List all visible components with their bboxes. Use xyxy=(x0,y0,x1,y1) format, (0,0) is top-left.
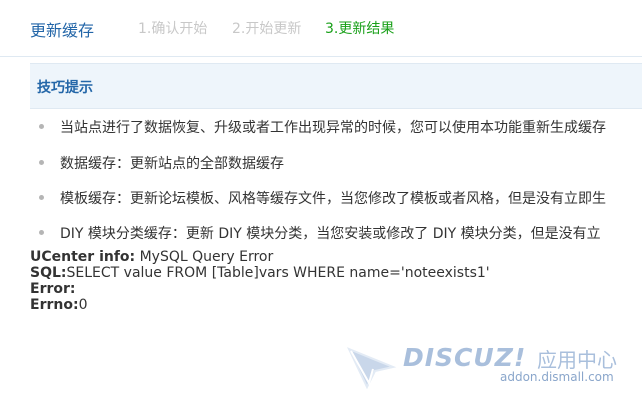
tip-item: 当站点进行了数据恢复、升级或者工作出现异常的时候，您可以使用本功能重新生成缓存 xyxy=(39,117,606,137)
error-error-label: Error: xyxy=(30,281,76,297)
bullet-icon xyxy=(39,160,44,165)
tip-item: DIY 模块分类缓存：更新 DIY 模块分类，当您安装或修改了 DIY 模块分类… xyxy=(39,223,601,243)
cursor-arrow-icon xyxy=(346,347,397,389)
error-errno-value: 0 xyxy=(78,297,88,313)
step-confirm-start: 1.确认开始 xyxy=(138,21,208,37)
watermark-url: addon.dismall.com xyxy=(500,370,614,384)
error-errno-label: Errno: xyxy=(30,297,79,313)
tips-header: 技巧提示 xyxy=(30,63,642,109)
watermark: DISCUZ! 应用中心 addon.dismall.com xyxy=(345,343,635,393)
step-start-update: 2.开始更新 xyxy=(232,21,302,37)
tips-heading: 技巧提示 xyxy=(37,80,93,96)
bullet-icon xyxy=(39,124,44,129)
watermark-brand-cn: 应用中心 xyxy=(537,348,617,372)
tip-item: 模板缓存：更新论坛模板、风格等缓存文件，当您修改了模板或者风格，但是没有立即生 xyxy=(39,188,606,208)
error-sql-label: SQL: xyxy=(30,265,67,281)
step-update-result: 3.更新结果 xyxy=(325,21,395,37)
error-errno-line: Errno:0 xyxy=(30,297,490,313)
error-sql-line: SQL:SELECT value FROM [Table]vars WHERE … xyxy=(30,265,490,281)
bullet-icon xyxy=(39,195,44,200)
error-info-value: MySQL Query Error xyxy=(135,249,274,265)
tip-text: 当站点进行了数据恢复、升级或者工作出现异常的时候，您可以使用本功能重新生成缓存 xyxy=(60,120,606,136)
page-title: 更新缓存 xyxy=(30,21,95,40)
page-header: 更新缓存 1.确认开始 2.开始更新 3.更新结果 xyxy=(0,0,642,57)
tip-text: 模板缓存：更新论坛模板、风格等缓存文件，当您修改了模板或者风格，但是没有立即生 xyxy=(60,191,606,207)
bullet-icon xyxy=(39,230,44,235)
tip-text: 数据缓存：更新站点的全部数据缓存 xyxy=(60,156,284,172)
tip-text: DIY 模块分类缓存：更新 DIY 模块分类，当您安装或修改了 DIY 模块分类… xyxy=(60,226,601,242)
error-sql-value: SELECT value FROM [Table]vars WHERE name… xyxy=(66,265,490,281)
tip-item: 数据缓存：更新站点的全部数据缓存 xyxy=(39,153,284,173)
error-error-line: Error: xyxy=(30,281,490,297)
error-output: UCenter info: MySQL Query Error SQL:SELE… xyxy=(30,249,490,313)
error-info-label: UCenter info: xyxy=(30,249,136,265)
error-info-line: UCenter info: MySQL Query Error xyxy=(30,249,490,265)
watermark-brand: DISCUZ! xyxy=(403,343,527,372)
